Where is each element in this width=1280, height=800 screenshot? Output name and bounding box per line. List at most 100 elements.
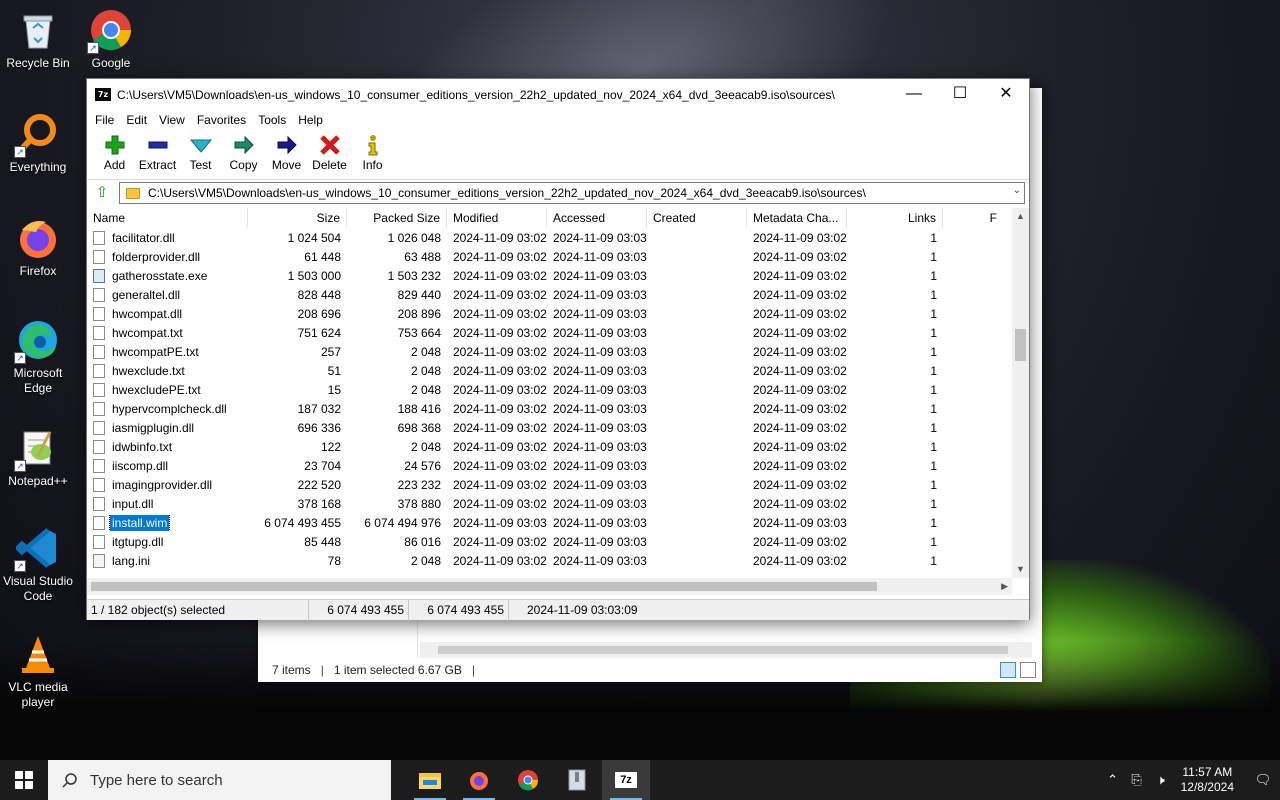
extract-button[interactable]: Extract: [136, 130, 179, 172]
table-row[interactable]: hwcompat.txt 751 624 753 664 2024-11-09 03:…: [87, 323, 1029, 342]
file-name[interactable]: install.wim: [108, 514, 171, 531]
table-row[interactable]: iasmigplugin.dll 696 336 698 368 2024-11-09…: [87, 418, 1029, 437]
packed-size-cell: 829 440: [397, 287, 441, 302]
column-header-modified[interactable]: Modified: [447, 208, 547, 228]
7zip-file-manager-window[interactable]: 7z C:\Users\VM5\Downloads\en-us_windows_…: [86, 78, 1030, 621]
volume-muted-icon[interactable]: 🕨: [1149, 772, 1173, 788]
up-folder-icon[interactable]: ⇧: [91, 183, 113, 203]
table-row[interactable]: hypervcomplcheck.dll 187 032 188 416 2024-1…: [87, 399, 1029, 418]
delete-button[interactable]: Delete: [308, 130, 351, 172]
desktop-icon-firefox[interactable]: Firefox: [0, 216, 76, 279]
file-name[interactable]: folderprovider.dll: [110, 249, 202, 265]
menu-tools[interactable]: Tools: [252, 113, 292, 127]
file-name[interactable]: generaltel.dll: [110, 287, 182, 303]
file-name[interactable]: hwexcludePE.txt: [110, 382, 203, 398]
table-row[interactable]: hwexcludePE.txt 15 2 048 2024-11-09 03:02 20…: [87, 380, 1029, 399]
menu-favorites[interactable]: Favorites: [191, 113, 252, 127]
network-icon[interactable]: ⎘: [1125, 772, 1149, 788]
column-header-links[interactable]: Links: [847, 208, 943, 228]
table-row[interactable]: input.dll 378 168 378 880 2024-11-09 03:02 2…: [87, 494, 1029, 513]
table-row[interactable]: hwexclude.txt 51 2 048 2024-11-09 03:02 2024…: [87, 361, 1029, 380]
scrollbar-thumb[interactable]: [438, 646, 1008, 654]
file-name[interactable]: hypervcomplcheck.dll: [110, 401, 229, 417]
table-row[interactable]: install.wim 6 074 493 455 6 074 494 976 202…: [87, 513, 1029, 532]
desktop-icon-notepadpp[interactable]: ↗ Notepad++: [0, 426, 76, 489]
desktop-icon-recycle-bin[interactable]: Recycle Bin: [0, 8, 76, 71]
menu-file[interactable]: File: [89, 113, 120, 127]
close-button[interactable]: ✕: [983, 79, 1029, 109]
view-toggle[interactable]: [1000, 662, 1036, 678]
file-name[interactable]: iiscomp.dll: [110, 458, 170, 474]
table-row[interactable]: gatherosstate.exe 1 503 000 1 503 232 2024-…: [87, 266, 1029, 285]
large-icons-view-icon[interactable]: [1020, 662, 1036, 678]
info-button[interactable]: Info: [351, 130, 394, 172]
file-name[interactable]: gatherosstate.exe: [110, 268, 209, 284]
start-button[interactable]: [0, 760, 48, 800]
file-name[interactable]: itgtupg.dll: [110, 534, 165, 550]
table-row[interactable]: lang.ini 78 2 048 2024-11-09 03:02 2024-11-0…: [87, 551, 1029, 570]
menu-help[interactable]: Help: [292, 113, 329, 127]
desktop-icon-everything[interactable]: ↗ Everything: [0, 112, 76, 175]
scroll-up-icon[interactable]: ▲: [1012, 208, 1029, 225]
scrollbar-thumb[interactable]: [1015, 329, 1026, 361]
add-button[interactable]: Add: [93, 130, 136, 172]
copy-button[interactable]: Copy: [222, 130, 265, 172]
horizontal-scrollbar[interactable]: [420, 642, 1032, 658]
scroll-right-icon[interactable]: ▶: [1001, 578, 1008, 595]
desktop-icon-edge[interactable]: ↗ Microsoft Edge: [0, 318, 76, 396]
file-name[interactable]: imagingprovider.dll: [110, 477, 214, 493]
column-header-size[interactable]: Size: [248, 208, 347, 228]
file-name[interactable]: facilitator.dll: [110, 230, 177, 246]
column-header-packed-size[interactable]: Packed Size: [347, 208, 447, 228]
desktop-icon-vlc[interactable]: VLC media player: [0, 632, 76, 710]
column-header-accessed[interactable]: Accessed: [547, 208, 647, 228]
title-bar[interactable]: 7z C:\Users\VM5\Downloads\en-us_windows_…: [87, 79, 1029, 110]
table-row[interactable]: hwcompat.dll 208 696 208 896 2024-11-09 03:…: [87, 304, 1029, 323]
file-name[interactable]: input.dll: [110, 496, 155, 512]
table-row[interactable]: iiscomp.dll 23 704 24 576 2024-11-09 03:02 2…: [87, 456, 1029, 475]
details-view-icon[interactable]: [1000, 662, 1016, 678]
taskbar-firefox[interactable]: [455, 760, 503, 800]
table-row[interactable]: imagingprovider.dll 222 520 223 232 2024-11…: [87, 475, 1029, 494]
file-name[interactable]: hwcompat.txt: [110, 325, 185, 341]
taskbar-search[interactable]: Type here to search: [48, 760, 391, 800]
column-header-name[interactable]: Name: [87, 208, 248, 228]
taskbar-7zip[interactable]: 7z: [602, 760, 650, 800]
chevron-down-icon[interactable]: ⌄: [1013, 185, 1021, 196]
table-row[interactable]: hwcompatPE.txt 257 2 048 2024-11-09 03:02 20…: [87, 342, 1029, 361]
desktop-icon-chrome[interactable]: ↗ Google Chrome: [73, 8, 149, 71]
scroll-down-icon[interactable]: ▼: [1012, 561, 1029, 578]
horizontal-scrollbar[interactable]: ▶: [87, 578, 1012, 595]
minimize-button[interactable]: —: [891, 79, 937, 109]
file-name[interactable]: lang.ini: [110, 553, 152, 569]
taskbar-file-explorer[interactable]: [406, 760, 454, 800]
test-button[interactable]: Test: [179, 130, 222, 172]
column-header-metadata-changed[interactable]: Metadata Cha...: [747, 208, 847, 228]
table-row[interactable]: generaltel.dll 828 448 829 440 2024-11-09 0…: [87, 285, 1029, 304]
taskbar-chrome[interactable]: [504, 760, 552, 800]
clock[interactable]: 11:57 AM 12/8/2024: [1181, 765, 1234, 795]
table-row[interactable]: folderprovider.dll 61 448 63 488 2024-11-09…: [87, 247, 1029, 266]
maximize-button[interactable]: ☐: [937, 79, 983, 109]
file-name[interactable]: hwexclude.txt: [110, 363, 187, 379]
notifications-icon[interactable]: 🗨: [1246, 772, 1280, 788]
file-name[interactable]: hwcompat.dll: [110, 306, 184, 322]
table-row[interactable]: facilitator.dll 1 024 504 1 026 048 2024-11…: [87, 228, 1029, 247]
file-name[interactable]: idwbinfo.txt: [110, 439, 174, 455]
taskbar-archive-app[interactable]: [553, 760, 601, 800]
file-name[interactable]: hwcompatPE.txt: [110, 344, 201, 360]
table-row[interactable]: idwbinfo.txt 122 2 048 2024-11-09 03:02 2024…: [87, 437, 1029, 456]
chevron-up-icon[interactable]: ⌃: [1101, 772, 1125, 788]
column-header-f[interactable]: F: [943, 208, 1003, 228]
file-name[interactable]: iasmigplugin.dll: [110, 420, 196, 436]
menu-view[interactable]: View: [153, 113, 191, 127]
address-input[interactable]: C:\Users\VM5\Downloads\en-us_windows_10_…: [119, 182, 1025, 204]
scrollbar-thumb[interactable]: [91, 582, 877, 591]
column-header-created[interactable]: Created: [647, 208, 747, 228]
table-row[interactable]: itgtupg.dll 85 448 86 016 2024-11-09 03:02 2…: [87, 532, 1029, 551]
desktop-icon-vscode[interactable]: ↗ Visual Studio Code: [0, 526, 76, 604]
move-button[interactable]: Move: [265, 130, 308, 172]
menu-edit[interactable]: Edit: [120, 113, 153, 127]
vertical-scrollbar[interactable]: ▲ ▼: [1012, 208, 1029, 578]
file-list[interactable]: Name Size Packed Size Modified Accessed …: [87, 208, 1029, 596]
